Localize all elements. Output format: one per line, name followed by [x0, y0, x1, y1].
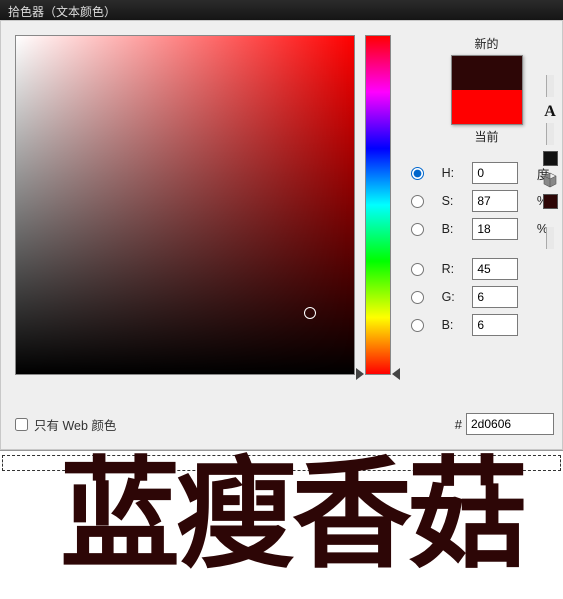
new-color-label: 新的	[474, 35, 498, 52]
radio-r[interactable]	[411, 263, 424, 276]
right-column: 新的 当前 A H: 度	[411, 35, 562, 435]
radio-s[interactable]	[411, 195, 424, 208]
unit-r	[534, 262, 562, 276]
label-r: R:	[440, 262, 470, 276]
gamut-warning-icon[interactable]: A	[544, 103, 556, 121]
input-h[interactable]	[472, 162, 518, 184]
radio-b-hsb[interactable]	[411, 223, 424, 236]
radio-h[interactable]	[411, 167, 424, 180]
color-picker-dialog: 新的 当前 A H: 度	[0, 20, 563, 450]
hex-input[interactable]	[466, 413, 554, 435]
current-color-label: 当前	[474, 128, 498, 145]
label-b-hsb: B:	[440, 222, 470, 236]
input-b-hsb[interactable]	[472, 218, 518, 240]
title-bar: 拾色器（文本颜色）	[0, 0, 563, 20]
unit-b-rgb	[534, 318, 562, 332]
gamut-swatch-icon[interactable]	[543, 151, 558, 166]
color-preview: 新的 当前	[411, 35, 562, 148]
preview-swatches	[451, 55, 523, 125]
web-only-check[interactable]: 只有 Web 颜色	[15, 415, 116, 434]
add-swatch-button-edge[interactable]	[546, 227, 554, 249]
hue-marker-left	[356, 368, 364, 380]
hue-slider[interactable]	[365, 35, 391, 375]
hex-hash: #	[455, 417, 462, 432]
window-title: 拾色器（文本颜色）	[8, 5, 116, 19]
label-g: G:	[440, 290, 470, 304]
hsb-rgb-grid: H: 度 S: % B: % R: G:	[411, 162, 562, 336]
ok-button-edge[interactable]	[546, 75, 554, 97]
current-color-swatch[interactable]	[452, 90, 522, 124]
color-picker-window: 拾色器（文本颜色） 新的 当前 A	[0, 0, 563, 599]
new-color-swatch[interactable]	[452, 56, 522, 90]
hex-group: #	[455, 413, 554, 435]
label-s: S:	[440, 194, 470, 208]
label-b-rgb: B:	[440, 318, 470, 332]
input-g[interactable]	[472, 286, 518, 308]
cancel-button-edge[interactable]	[546, 123, 554, 145]
input-r[interactable]	[472, 258, 518, 280]
input-s[interactable]	[472, 190, 518, 212]
sv-marker	[304, 307, 316, 319]
unit-g	[534, 290, 562, 304]
side-icons: A	[542, 75, 558, 249]
radio-g[interactable]	[411, 291, 424, 304]
bottom-row: 只有 Web 颜色 #	[15, 413, 554, 435]
radio-b-rgb[interactable]	[411, 319, 424, 332]
input-b-rgb[interactable]	[472, 314, 518, 336]
canvas-text[interactable]: 蓝瘦香菇	[60, 455, 524, 575]
canvas-area[interactable]: 蓝瘦香菇	[0, 450, 563, 599]
web-safe-cube-icon[interactable]	[542, 172, 558, 188]
saturation-value-field[interactable]	[15, 35, 355, 375]
web-only-label: 只有 Web 颜色	[34, 415, 116, 434]
label-h: H:	[440, 166, 470, 180]
web-only-checkbox[interactable]	[15, 418, 28, 431]
web-safe-swatch-icon[interactable]	[543, 194, 558, 209]
hue-marker-right	[392, 368, 400, 380]
